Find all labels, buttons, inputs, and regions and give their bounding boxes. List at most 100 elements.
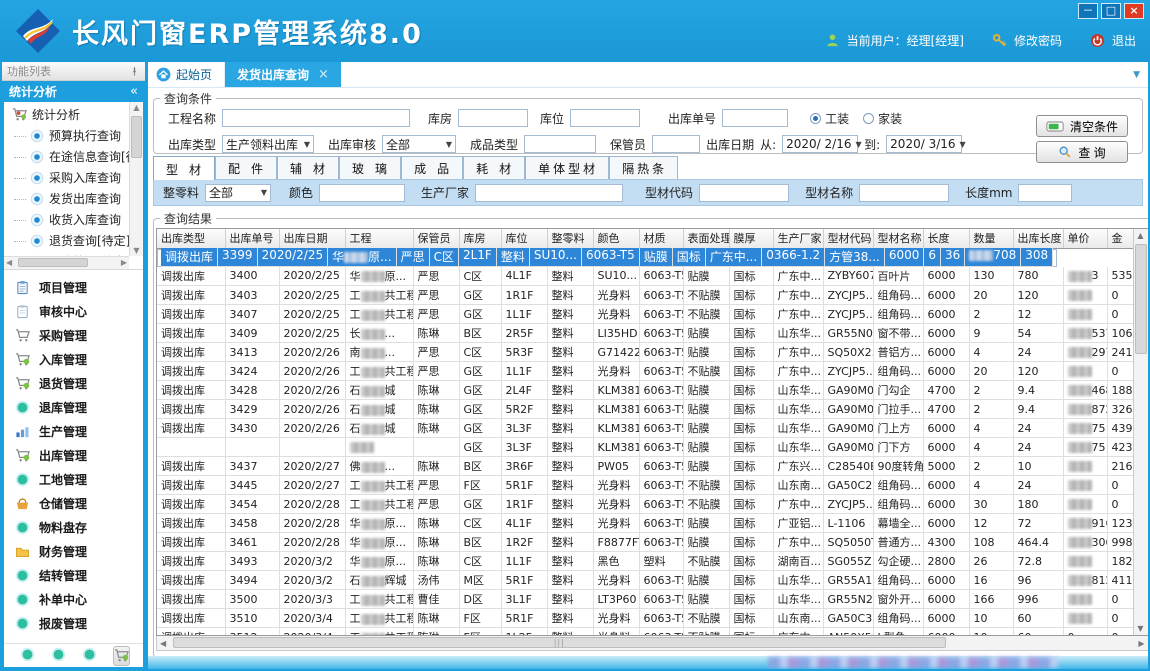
grid-horizontal-scrollbar[interactable]: ◀ ||| ▶ <box>156 636 1148 651</box>
table-row[interactable]: 调拨出库34032020/2/25工共工程严思G区1R1F整料光身料6063-T… <box>157 286 1147 305</box>
column-header[interactable]: 数量 <box>969 229 1013 248</box>
tree-item[interactable]: 在途信息查询[待 <box>4 146 129 167</box>
product-type-input[interactable] <box>524 135 596 153</box>
column-header[interactable]: 出库单号 <box>225 229 279 248</box>
grid-vertical-scrollbar[interactable]: ▲ ▼ <box>1133 229 1148 635</box>
tree-horizontal-scrollbar[interactable]: ◀ ▶ <box>4 256 129 269</box>
maximize-button[interactable]: □ <box>1101 3 1121 19</box>
material-tab-6[interactable]: 单体型材 <box>525 156 609 179</box>
table-row[interactable]: 调拨出库34372020/2/27佛...陈琳B区3R6F整料PW056063-… <box>157 457 1147 476</box>
tree-root-item[interactable]: 统计分析 <box>4 104 129 125</box>
material-tab-1[interactable]: 配件 <box>215 156 277 179</box>
sidebar-item-0[interactable]: 项目管理 <box>4 275 143 299</box>
column-header[interactable]: 型材代码 <box>823 229 873 248</box>
keeper-input[interactable] <box>652 135 700 153</box>
color-input[interactable] <box>319 184 405 202</box>
sidebar-item-8[interactable]: 工地管理 <box>4 467 143 491</box>
sidebar-item-10[interactable]: 物料盘存 <box>4 515 143 539</box>
sidebar-item-14[interactable]: 报废管理 <box>4 611 143 635</box>
scroll-left-icon[interactable]: ◀ <box>6 258 12 267</box>
profile-name-input[interactable] <box>859 184 949 202</box>
length-input[interactable] <box>1018 184 1072 202</box>
column-header[interactable]: 出库类型 <box>157 229 225 248</box>
sidebar-section-statistics[interactable]: 统计分析 « <box>2 81 145 102</box>
table-row[interactable]: 调拨出库34942020/3/2石辉城汤伟M区5R1F整料光身料6063-T5贴… <box>157 571 1147 590</box>
scroll-up-icon[interactable]: ▲ <box>1134 231 1148 240</box>
sidebar-item-3[interactable]: 入库管理 <box>4 347 143 371</box>
table-row[interactable]: 调拨出库34242020/2/26工共工程严思G区1L1F整料光身料6063-T… <box>157 362 1147 381</box>
date-to-select[interactable]: 2020/ 3/16▼ <box>886 135 962 153</box>
sidebar-item-6[interactable]: 生产管理 <box>4 419 143 443</box>
column-header[interactable]: 出库长度 <box>1013 229 1063 248</box>
column-header[interactable]: 表面处理 <box>683 229 729 248</box>
table-row[interactable]: 调拨出库34282020/2/26石城陈琳G区2L4F整料KLM38176063… <box>157 381 1147 400</box>
table-row[interactable]: 调拨出库34092020/2/25长...陈琳B区2R5F整料LI35HD606… <box>157 324 1147 343</box>
logout-link[interactable]: 退出 <box>1112 32 1136 49</box>
sidebar-item-1[interactable]: 审核中心 <box>4 299 143 323</box>
column-header[interactable]: 单价 <box>1063 229 1107 248</box>
outbound-type-select[interactable]: 生产领料出库▼ <box>222 135 314 153</box>
material-tab-3[interactable]: 玻璃 <box>339 156 401 179</box>
shortcut-button[interactable] <box>20 647 35 665</box>
tree-item[interactable]: 发货出库查询 <box>4 188 129 209</box>
table-row[interactable]: 调拨出库34302020/2/26石城陈琳G区3L3F整料KLM38176063… <box>157 419 1147 438</box>
scroll-down-icon[interactable]: ▼ <box>1134 624 1148 633</box>
project-name-input[interactable] <box>222 109 410 127</box>
sidebar-item-12[interactable]: 结转管理 <box>4 563 143 587</box>
whole-part-select[interactable]: 全部▼ <box>205 184 271 202</box>
tab-home[interactable]: 起始页 <box>148 62 225 87</box>
radio-gongzhuang[interactable] <box>810 113 821 124</box>
sidebar-item-4[interactable]: 退货管理 <box>4 371 143 395</box>
material-tab-5[interactable]: 耗材 <box>463 156 525 179</box>
table-row[interactable]: 调拨出库34292020/2/26石城陈琳G区5R2F整料KLM38176063… <box>157 400 1147 419</box>
clear-conditions-button[interactable]: 清空条件 <box>1036 115 1128 137</box>
warehouse-input[interactable] <box>458 109 528 127</box>
column-header[interactable]: 出库日期 <box>279 229 345 248</box>
scroll-right-icon[interactable]: ▶ <box>121 258 127 267</box>
pin-icon[interactable] <box>129 66 140 77</box>
table-row[interactable]: 调拨出库34932020/3/2华原...陈琳C区1L1F整料黑色塑料不贴膜国标… <box>157 552 1147 571</box>
table-row[interactable]: 调拨出库34582020/2/28华原...陈琳C区4L1F整料光身料6063-… <box>157 514 1147 533</box>
radio-jiazhuang[interactable] <box>863 113 874 124</box>
search-button[interactable]: 查 询 <box>1036 141 1128 163</box>
scroll-right-icon[interactable]: ▶ <box>1138 639 1144 648</box>
table-row[interactable]: 调拨出库34002020/2/25华原...严思C区4L1F整料SU10...6… <box>157 267 1147 286</box>
tree-item[interactable]: 退货查询[待定] <box>4 230 129 251</box>
minimize-button[interactable]: － <box>1078 3 1098 19</box>
column-header[interactable]: 生产厂家 <box>773 229 823 248</box>
column-header[interactable]: 型材名称 <box>873 229 923 248</box>
sidebar-item-2[interactable]: 采购管理 <box>4 323 143 347</box>
sidebar-item-13[interactable]: 补单中心 <box>4 587 143 611</box>
table-row[interactable]: 调拨出库35102020/3/4工共工程陈琳F区5R1F整料光身料6063-T5… <box>157 609 1147 628</box>
profile-code-input[interactable] <box>699 184 789 202</box>
collapse-chevron-icon[interactable]: « <box>130 84 138 99</box>
table-row[interactable]: 调拨出库34072020/2/25工共工程严思G区1L1F整料光身料6063-T… <box>157 305 1147 324</box>
material-tab-7[interactable]: 隔热条 <box>609 156 678 179</box>
close-button[interactable]: × <box>1124 3 1144 19</box>
table-row[interactable]: 调拨出库35002020/3/3工共工程曹佳D区3L1F整料LT3P606063… <box>157 590 1147 609</box>
sidebar-item-11[interactable]: 财务管理 <box>4 539 143 563</box>
column-header[interactable]: 工程 <box>345 229 413 248</box>
sidebar-item-5[interactable]: 退库管理 <box>4 395 143 419</box>
table-row[interactable]: 调拨出库35122020/3/4工共工程陈琳F区1L2F整料光身料6063-T5… <box>157 628 1147 637</box>
column-header[interactable]: 材质 <box>639 229 683 248</box>
column-header[interactable]: 库位 <box>501 229 547 248</box>
table-row[interactable]: 调拨出库34132020/2/26南...严思C区5R3F整料G71422606… <box>157 343 1147 362</box>
tree-item[interactable]: 采购入库查询 <box>4 167 129 188</box>
tab-shipment-outbound-query[interactable]: 发货出库查询 × <box>225 62 341 87</box>
audit-select[interactable]: 全部▼ <box>382 135 456 153</box>
table-row[interactable]: G区3L3F整料KLM38176063-T5贴膜国标山东华...GA90M09.… <box>157 438 1147 457</box>
shortcut-button[interactable] <box>82 647 97 665</box>
scroll-left-icon[interactable]: ◀ <box>160 639 166 648</box>
material-tab-2[interactable]: 辅材 <box>277 156 339 179</box>
manufacturer-input[interactable] <box>475 184 623 202</box>
tab-close-icon[interactable]: × <box>318 67 329 82</box>
table-row[interactable]: 调拨出库34452020/2/27工共工程严思F区5R1F整料光身料6063-T… <box>157 476 1147 495</box>
sidebar-item-9[interactable]: 仓储管理 <box>4 491 143 515</box>
table-row[interactable]: 调拨出库33992020/2/25华原...严思C区2L1F整料SU10...6… <box>157 249 1057 267</box>
material-tab-4[interactable]: 成品 <box>401 156 463 179</box>
table-row[interactable]: 调拨出库34612020/2/28华原...陈琳B区1R2F整料F8877FT6… <box>157 533 1147 552</box>
change-password-link[interactable]: 修改密码 <box>1014 32 1062 49</box>
tree-item[interactable]: 预算执行查询 <box>4 125 129 146</box>
column-header[interactable]: 颜色 <box>593 229 639 248</box>
